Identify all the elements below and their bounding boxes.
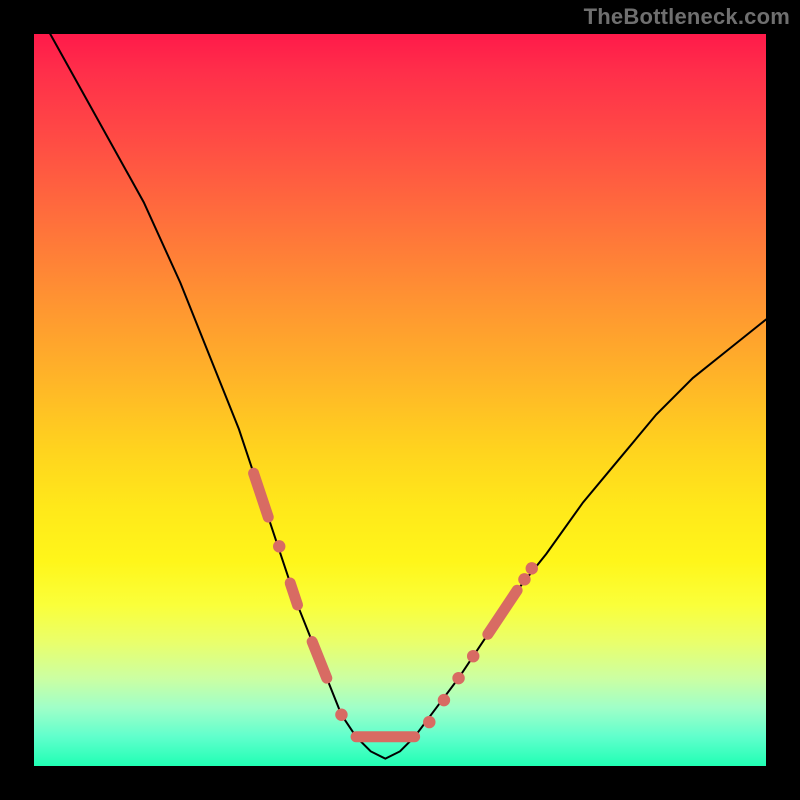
marker-dot xyxy=(452,672,464,684)
chart-frame: TheBottleneck.com xyxy=(0,0,800,800)
marker-dots xyxy=(273,540,538,728)
marker-dot xyxy=(423,716,435,728)
marker-dot xyxy=(526,562,538,574)
marker-segment xyxy=(290,583,297,605)
marker-dot xyxy=(467,650,479,662)
marker-segment xyxy=(488,590,517,634)
marker-dot xyxy=(273,540,285,552)
curve-line xyxy=(34,5,766,759)
bottleneck-curve-plot xyxy=(34,34,766,766)
marker-dot xyxy=(518,573,530,585)
marker-segment xyxy=(312,642,327,679)
marker-segment xyxy=(254,473,269,517)
watermark-label: TheBottleneck.com xyxy=(584,4,790,30)
marker-dot xyxy=(335,709,347,721)
marker-segments xyxy=(254,473,518,737)
marker-dot xyxy=(438,694,450,706)
